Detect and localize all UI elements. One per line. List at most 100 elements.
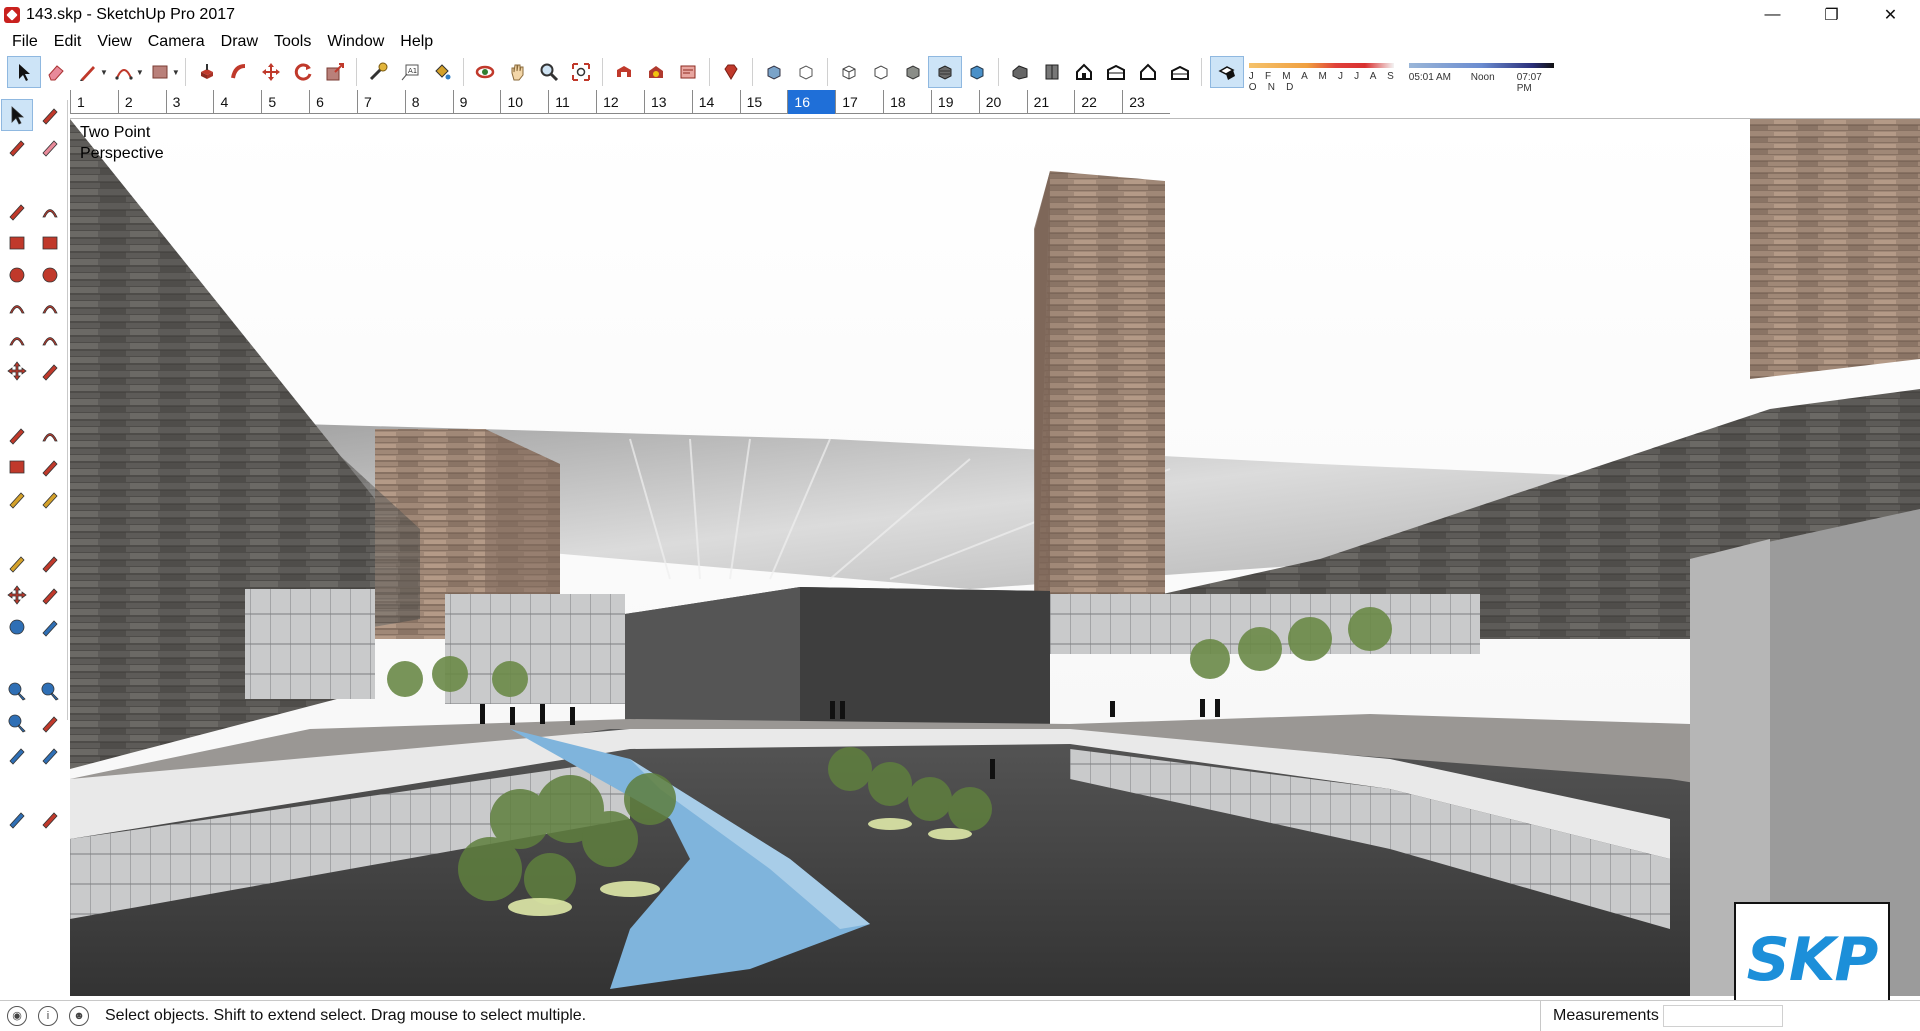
pan-tool-button[interactable] xyxy=(501,57,533,87)
hidden-line-style-button[interactable] xyxy=(865,57,897,87)
paint-bucket-tool-button[interactable] xyxy=(2,132,32,162)
close-button[interactable]: ✕ xyxy=(1861,0,1920,30)
geo-location-icon[interactable]: ◉ xyxy=(7,1005,27,1026)
zoom-window-tool-button[interactable] xyxy=(35,676,65,706)
shadow-time-slider[interactable]: 05:01 AM Noon 07:07 PM xyxy=(1408,57,1559,94)
section-plane-tool-button[interactable] xyxy=(35,804,65,834)
menu-tools[interactable]: Tools xyxy=(266,30,319,54)
scene-tab-19[interactable]: 19 xyxy=(930,90,979,114)
zoom-extents-tool-button[interactable] xyxy=(565,57,597,87)
arc-tool-button[interactable] xyxy=(108,57,140,87)
menu-help[interactable]: Help xyxy=(392,30,441,54)
scene-tab-18[interactable]: 18 xyxy=(883,90,931,114)
menu-edit[interactable]: Edit xyxy=(46,30,90,54)
scene-tab-1[interactable]: 1 xyxy=(70,90,118,114)
scene-tab-15[interactable]: 15 xyxy=(739,90,788,114)
scene-tab-14[interactable]: 14 xyxy=(691,90,740,114)
move-tool-button[interactable] xyxy=(2,356,32,386)
follow-me-tool-button[interactable] xyxy=(223,57,255,87)
rectangle-tool-button[interactable] xyxy=(144,57,176,87)
text-tool-button[interactable]: A1 xyxy=(394,57,426,87)
3d-text-tool-button[interactable] xyxy=(35,580,65,610)
pencil-tool-button[interactable] xyxy=(72,57,104,87)
xray-style-button[interactable] xyxy=(758,57,790,87)
3d-warehouse-button[interactable] xyxy=(608,57,640,87)
circle-tool-button[interactable] xyxy=(2,260,32,290)
two-point-arc-tool-button[interactable] xyxy=(35,292,65,322)
eraser-tool-button[interactable] xyxy=(35,132,65,162)
scene-tab-20[interactable]: 20 xyxy=(978,90,1027,114)
back-view-button[interactable] xyxy=(1132,57,1164,87)
model-viewport[interactable]: Two Point Perspective xyxy=(70,118,1920,996)
paint-bucket-tool-button[interactable] xyxy=(426,57,458,87)
line-tool-button[interactable] xyxy=(2,196,32,226)
previous-view-tool-button[interactable] xyxy=(35,708,65,738)
push-pull-tool-button[interactable] xyxy=(35,356,65,386)
scene-tab-4[interactable]: 4 xyxy=(213,90,261,114)
text-tool-button[interactable] xyxy=(35,548,65,578)
freehand-tool-button[interactable] xyxy=(35,196,65,226)
shadows-toggle-button[interactable] xyxy=(1209,56,1244,88)
push-pull-tool-button[interactable] xyxy=(191,57,223,87)
scene-tab-5[interactable]: 5 xyxy=(261,90,309,114)
protractor-tool-button[interactable] xyxy=(2,548,32,578)
menu-camera[interactable]: Camera xyxy=(140,30,213,54)
shadow-month-slider[interactable]: J F M A M J J A S O N D xyxy=(1248,57,1399,93)
zoom-tool-button[interactable] xyxy=(2,676,32,706)
scene-tab-16[interactable]: 16 xyxy=(787,90,836,114)
look-around-tool-button[interactable] xyxy=(35,740,65,770)
monochrome-style-button[interactable] xyxy=(961,57,993,87)
offset-tool-button[interactable] xyxy=(35,452,65,482)
back-edges-style-button[interactable] xyxy=(790,57,822,87)
orbit-tool-button[interactable] xyxy=(2,612,32,642)
axes-tool-button[interactable] xyxy=(2,580,32,610)
scene-tab-3[interactable]: 3 xyxy=(165,90,214,114)
scene-tab-6[interactable]: 6 xyxy=(309,90,357,114)
rotated-rectangle-tool-button[interactable] xyxy=(35,228,65,258)
layout-send-button[interactable] xyxy=(672,57,704,87)
component-tool-button[interactable] xyxy=(35,100,65,130)
eraser-tool-button[interactable] xyxy=(40,57,72,87)
top-view-button[interactable] xyxy=(1036,57,1068,87)
select-tool-button[interactable] xyxy=(7,56,41,88)
scale-tool-button[interactable] xyxy=(319,57,351,87)
rectangle-tool-button[interactable] xyxy=(2,228,32,258)
measurements-input[interactable] xyxy=(1663,1005,1783,1027)
shaded-style-button[interactable] xyxy=(897,57,929,87)
menu-view[interactable]: View xyxy=(89,30,139,54)
follow-me-tool-button[interactable] xyxy=(35,420,65,450)
tape-measure-tool-button[interactable] xyxy=(2,484,32,514)
move-tool-button[interactable] xyxy=(255,57,287,87)
scene-tab-12[interactable]: 12 xyxy=(596,90,644,114)
scene-tab-10[interactable]: 10 xyxy=(500,90,548,114)
polygon-tool-button[interactable] xyxy=(35,260,65,290)
zoom-extents-tool-button[interactable] xyxy=(2,708,32,738)
rotate-tool-button[interactable] xyxy=(287,57,319,87)
maximize-button[interactable]: ❐ xyxy=(1802,0,1861,30)
three-point-arc-tool-button[interactable] xyxy=(2,324,32,354)
right-view-button[interactable] xyxy=(1100,57,1132,87)
scene-tab-13[interactable]: 13 xyxy=(643,90,692,114)
menu-draw[interactable]: Draw xyxy=(213,30,266,54)
position-camera-tool-button[interactable] xyxy=(2,740,32,770)
menu-file[interactable]: File xyxy=(4,30,46,54)
user-account-icon[interactable]: ☻ xyxy=(69,1005,89,1026)
iso-view-button[interactable] xyxy=(1004,57,1036,87)
dimension-tool-button[interactable] xyxy=(35,484,65,514)
zoom-tool-button[interactable] xyxy=(533,57,565,87)
menu-window[interactable]: Window xyxy=(319,30,392,54)
arc-tool-button[interactable] xyxy=(2,292,32,322)
tape-measure-tool-button[interactable] xyxy=(362,57,394,87)
orbit-tool-button[interactable] xyxy=(469,57,501,87)
scene-tab-7[interactable]: 7 xyxy=(356,90,405,114)
scene-tab-23[interactable]: 23 xyxy=(1122,90,1170,114)
extension-warehouse-button[interactable] xyxy=(640,57,672,87)
info-icon[interactable]: i xyxy=(38,1005,58,1026)
pie-tool-button[interactable] xyxy=(35,324,65,354)
pan-tool-button[interactable] xyxy=(35,612,65,642)
scale-tool-button[interactable] xyxy=(2,452,32,482)
walk-tool-button[interactable] xyxy=(2,804,32,834)
left-view-button[interactable] xyxy=(1164,57,1196,87)
scene-tab-17[interactable]: 17 xyxy=(835,90,883,114)
scene-tab-21[interactable]: 21 xyxy=(1026,90,1075,114)
